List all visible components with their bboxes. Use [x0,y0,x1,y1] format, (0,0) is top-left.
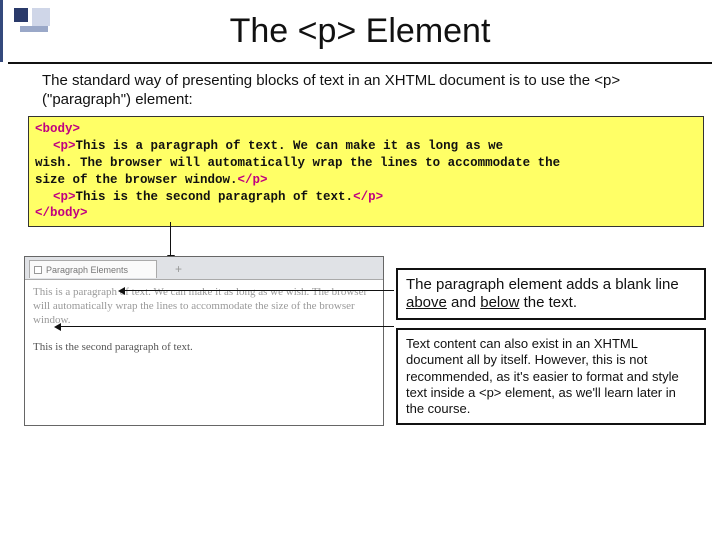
callout1-prefix: The paragraph element adds a blank line [406,276,679,293]
callout1-above: above [406,294,447,311]
title-underline [8,62,712,64]
callout1-below: below [480,294,519,311]
browser-viewport: This is a paragraph of text. We can make… [25,279,383,425]
tag-p-close-1: </p> [238,173,268,187]
intro-text: The standard way of presenting blocks of… [42,72,696,110]
new-tab-button[interactable]: + [175,262,182,276]
page-icon [34,266,42,274]
slide-title: The <p> Element [0,12,720,51]
code-p2-text: This is the second paragraph of text. [76,190,354,204]
tab-label: Paragraph Elements [46,265,128,275]
callout1-mid: and [447,294,480,311]
callout1-suffix: the text. [519,294,577,311]
tag-p-close-2: </p> [353,190,383,204]
browser-window: Paragraph Elements + This is a paragraph… [24,256,384,426]
rendered-paragraph-2: This is the second paragraph of text. [33,341,375,355]
browser-tab[interactable]: Paragraph Elements [29,260,157,278]
code-example: <body> <p>This is a paragraph of text. W… [28,116,704,227]
arrow-to-blank-below [60,326,394,327]
rendered-paragraph-1: This is a paragraph of text. We can make… [33,286,375,327]
callout-blank-lines: The paragraph element adds a blank line … [396,268,706,320]
callout-loose-text: Text content can also exist in an XHTML … [396,328,706,425]
tag-body-close: </body> [35,206,88,220]
browser-tabbar: Paragraph Elements + [25,257,383,279]
arrow-to-blank-above [124,290,394,291]
code-p1-line2: wish. The browser will automatically wra… [35,156,560,170]
tag-p-open-2: <p> [53,190,76,204]
tag-body-open: <body> [35,122,80,136]
code-p1-line3: size of the browser window. [35,173,238,187]
tag-p-open-1: <p> [53,139,76,153]
code-p1-line1: This is a paragraph of text. We can make… [76,139,504,153]
arrow-code-to-browser [170,222,171,256]
